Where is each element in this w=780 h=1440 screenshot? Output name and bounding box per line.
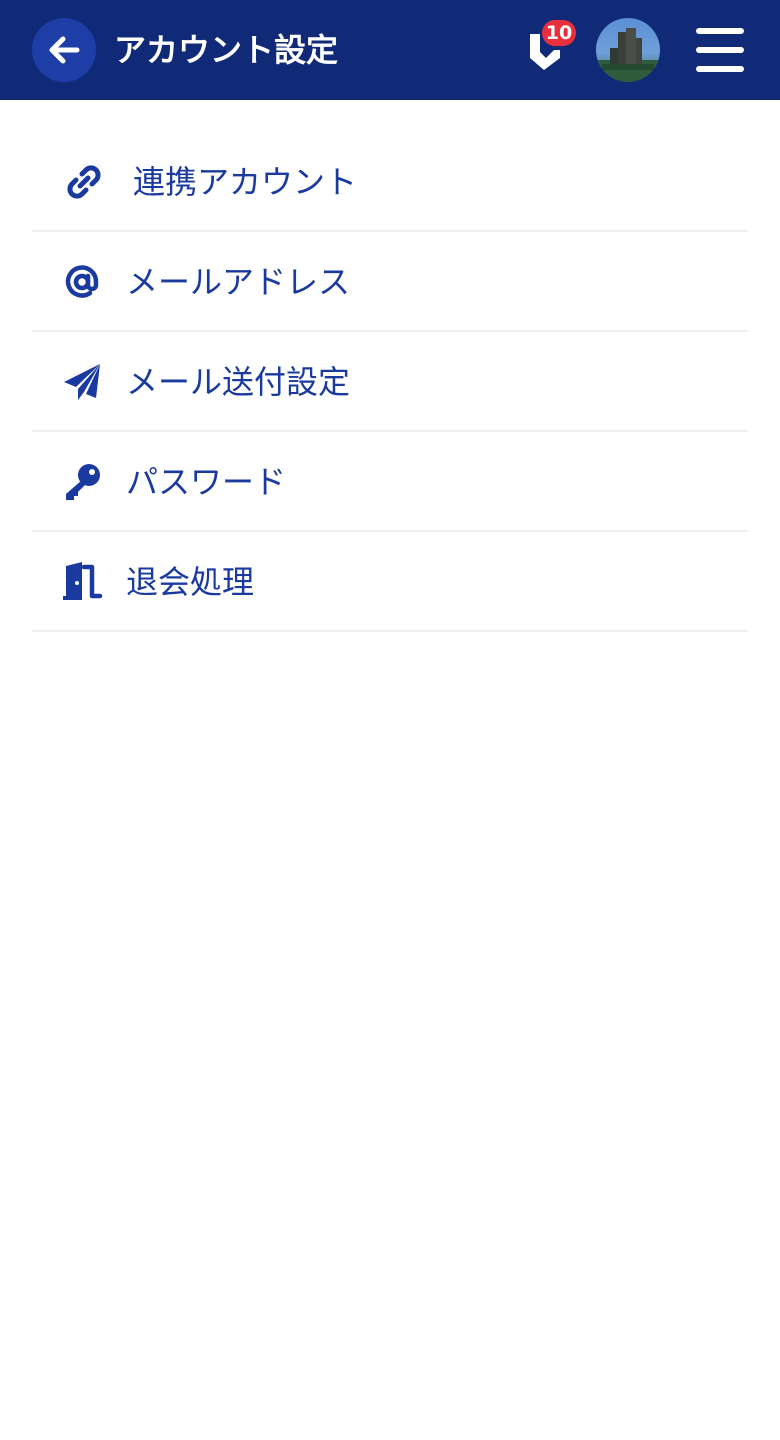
app-header: アカウント設定 10 [0, 0, 780, 100]
at-sign-icon [62, 262, 106, 302]
menu-item-label: 連携アカウント [133, 163, 358, 201]
menu-item-email-address[interactable]: メールアドレス [32, 232, 748, 332]
account-settings-screen: アカウント設定 10 連携アカウント メールアドレス メール送付設定 パスワード… [0, 0, 780, 1440]
avatar-image [596, 18, 660, 82]
arrow-left-icon [49, 36, 80, 64]
menu-item-account-deletion[interactable]: 退会処理 [32, 532, 748, 632]
key-icon [62, 462, 106, 502]
notification-count-badge: 10 [542, 20, 576, 46]
paper-plane-icon [62, 362, 106, 402]
menu-item-mail-delivery-settings[interactable]: メール送付設定 [32, 332, 748, 432]
page-title: アカウント設定 [114, 31, 339, 69]
menu-item-linked-accounts[interactable]: 連携アカウント [32, 132, 748, 232]
notification-button[interactable]: 10 [520, 20, 576, 78]
menu-item-label: メールアドレス [126, 263, 351, 301]
settings-menu-list: 連携アカウント メールアドレス メール送付設定 パスワード 退会処理 [32, 132, 748, 632]
menu-item-password[interactable]: パスワード [32, 432, 748, 532]
menu-item-label: 退会処理 [126, 563, 255, 601]
hamburger-menu-icon [696, 28, 744, 72]
door-exit-icon [62, 562, 106, 602]
back-button[interactable] [32, 18, 96, 82]
menu-item-label: メール送付設定 [126, 363, 351, 401]
menu-item-label: パスワード [126, 463, 287, 501]
hamburger-menu-button[interactable] [690, 24, 750, 76]
user-avatar[interactable] [596, 18, 660, 82]
link-icon [62, 162, 106, 202]
